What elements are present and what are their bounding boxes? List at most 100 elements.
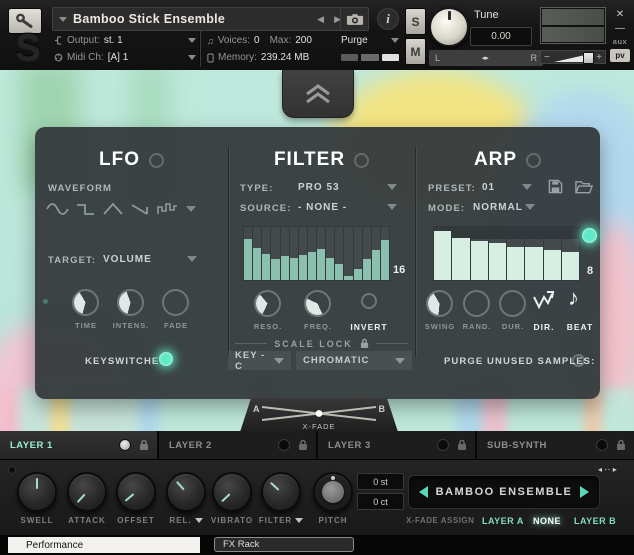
tab-layer-2[interactable]: LAYER 2: [159, 431, 316, 459]
chevron-down-icon[interactable]: [195, 518, 203, 523]
swell-knob[interactable]: [17, 472, 57, 512]
tab-layer-1[interactable]: LAYER 1: [0, 431, 157, 459]
seq-step[interactable]: [562, 227, 579, 280]
layer-power-led[interactable]: [437, 439, 449, 451]
load-preset-icon[interactable]: [575, 180, 593, 194]
triangle-wave-icon[interactable]: [103, 201, 123, 217]
seq-step[interactable]: [299, 227, 307, 280]
lfo-time-knob[interactable]: [72, 289, 99, 316]
lfo-fade-knob[interactable]: [162, 289, 189, 316]
random-wave-icon[interactable]: [157, 201, 179, 217]
seq-step[interactable]: [335, 227, 343, 280]
seq-step[interactable]: [507, 227, 524, 280]
filter-invert-toggle[interactable]: [361, 293, 377, 309]
lfo-enable-indicator[interactable]: [149, 153, 164, 168]
save-preset-icon[interactable]: [548, 179, 563, 194]
filter-reso-knob[interactable]: [254, 290, 281, 317]
chevron-down-icon[interactable]: [525, 204, 535, 210]
seq-step[interactable]: [381, 227, 389, 280]
vibrato-knob[interactable]: [212, 472, 252, 512]
seq-step[interactable]: [372, 227, 380, 280]
chevron-down-icon[interactable]: [391, 38, 399, 43]
collapse-panel-button[interactable]: [282, 70, 354, 118]
seq-step[interactable]: [290, 227, 298, 280]
pv-button[interactable]: pv: [610, 49, 630, 62]
seq-step[interactable]: [262, 227, 270, 280]
minus-icon[interactable]: −: [544, 52, 550, 63]
lock-icon[interactable]: [139, 439, 149, 451]
key-select[interactable]: KEY - C: [228, 351, 291, 370]
next-patch-arrow[interactable]: [580, 486, 589, 498]
close-icon[interactable]: ✕: [612, 8, 628, 20]
attack-knob[interactable]: [67, 472, 107, 512]
info-icon[interactable]: i: [377, 8, 399, 30]
tab-performance[interactable]: Performance: [8, 537, 200, 553]
lock-icon[interactable]: [298, 439, 308, 451]
seq-step[interactable]: [489, 227, 506, 280]
target-value[interactable]: VOLUME: [103, 254, 152, 265]
arp-duration-knob[interactable]: [499, 290, 526, 317]
xfade-assign-layer-a[interactable]: LAYER A: [482, 516, 524, 526]
arp-beat-icon[interactable]: ♪: [568, 285, 579, 311]
keyswitches-toggle[interactable]: [159, 352, 173, 366]
release-knob[interactable]: [166, 472, 206, 512]
minimize-icon[interactable]: —: [612, 22, 628, 34]
chevron-down-icon[interactable]: [59, 17, 67, 22]
chevron-down-icon[interactable]: [387, 204, 397, 210]
square-wave-icon[interactable]: [76, 201, 96, 217]
solo-button[interactable]: S: [405, 8, 426, 35]
layer-power-led[interactable]: [596, 439, 608, 451]
filter-knob[interactable]: [261, 472, 301, 512]
arp-on-toggle[interactable]: [582, 228, 597, 243]
filter-enable-indicator[interactable]: [354, 153, 369, 168]
aux-button[interactable]: aux: [608, 36, 632, 47]
midi-channel-select[interactable]: Midi Ch: [A] 1: [54, 50, 198, 65]
arp-enable-indicator[interactable]: [526, 153, 541, 168]
seq-step[interactable]: [326, 227, 334, 280]
chevron-down-icon[interactable]: [387, 184, 397, 190]
xfade-assign-none[interactable]: NONE: [533, 516, 561, 526]
chevron-down-icon[interactable]: [186, 206, 196, 212]
saw-wave-icon[interactable]: [130, 201, 150, 217]
layer-power-led[interactable]: [278, 439, 290, 451]
chevron-down-icon[interactable]: [295, 518, 303, 523]
seq-step[interactable]: [244, 227, 252, 280]
offset-knob[interactable]: [116, 472, 156, 512]
arp-mode-value[interactable]: NORMAL: [473, 202, 523, 213]
xfade-slider[interactable]: A B X-FADE: [240, 398, 398, 432]
chevron-down-icon[interactable]: [188, 38, 196, 43]
seq-step[interactable]: [354, 227, 362, 280]
filter-type-value[interactable]: PRO 53: [298, 182, 340, 193]
lock-icon[interactable]: [616, 439, 626, 451]
pitch-semitone-field[interactable]: 0 st: [357, 473, 404, 490]
seq-step[interactable]: [253, 227, 261, 280]
volume-handle[interactable]: [583, 52, 594, 64]
chevron-down-icon[interactable]: [522, 184, 532, 190]
seq-step[interactable]: [434, 227, 451, 280]
purge-unused-samples-toggle[interactable]: [572, 354, 585, 367]
tab-sub-synth[interactable]: SUB-SYNTH: [477, 431, 634, 459]
instrument-title-bar[interactable]: Bamboo Stick Ensemble ◀ ▶: [52, 7, 350, 31]
chevron-down-icon[interactable]: [187, 256, 197, 262]
tab-fx-rack[interactable]: FX Rack: [214, 537, 354, 552]
tab-layer-3[interactable]: LAYER 3: [318, 431, 475, 459]
tune-knob[interactable]: [429, 7, 469, 47]
patch-name[interactable]: BAMBOO ENSEMBLE: [428, 486, 580, 498]
seq-step[interactable]: [281, 227, 289, 280]
seq-step[interactable]: [363, 227, 371, 280]
filter-freq-knob[interactable]: [304, 290, 331, 317]
filter-label[interactable]: FILTER: [253, 516, 309, 525]
sine-wave-icon[interactable]: [46, 201, 69, 217]
lock-icon[interactable]: [457, 439, 467, 451]
pitch-knob[interactable]: [313, 472, 353, 512]
prev-instrument-icon[interactable]: ◀: [315, 14, 326, 25]
mute-button[interactable]: M: [405, 38, 426, 65]
purge-menu[interactable]: Purge: [341, 33, 399, 48]
arp-preset-value[interactable]: 01: [482, 182, 495, 193]
arp-swing-knob[interactable]: [426, 290, 453, 317]
tune-value-field[interactable]: 0.00: [470, 27, 532, 46]
output-select[interactable]: Output: st. 1: [54, 33, 198, 48]
seq-step[interactable]: [344, 227, 352, 280]
volume-slider[interactable]: − +: [540, 50, 606, 64]
seq-step[interactable]: [271, 227, 279, 280]
